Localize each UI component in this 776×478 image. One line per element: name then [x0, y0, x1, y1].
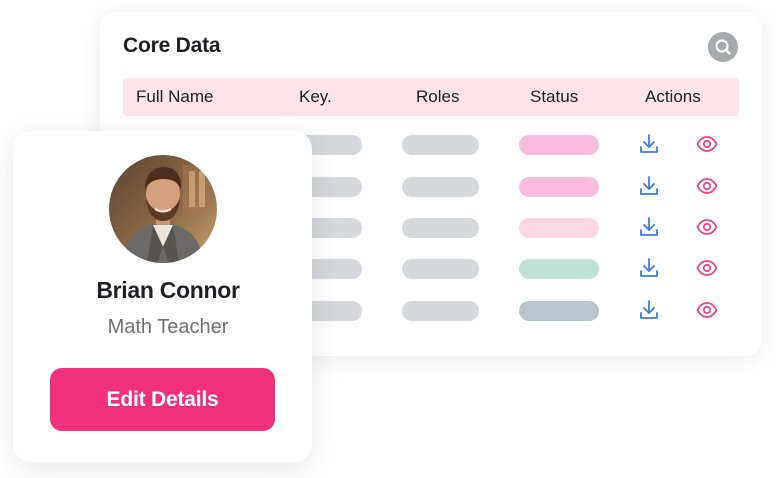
column-header-key: Key. — [299, 87, 332, 106]
eye-icon — [696, 260, 718, 276]
status-badge — [519, 218, 599, 238]
download-icon — [640, 176, 658, 195]
role-placeholder — [402, 135, 479, 155]
status-badge — [519, 135, 599, 155]
profile-name: Brian Connor — [96, 277, 240, 303]
table-title: Core Data — [123, 34, 221, 57]
download-button[interactable] — [637, 215, 661, 239]
column-header-actions: Actions — [645, 87, 701, 106]
download-button[interactable] — [637, 174, 661, 198]
eye-icon — [696, 178, 718, 194]
avatar — [109, 155, 217, 263]
download-button[interactable] — [637, 298, 661, 322]
view-button[interactable] — [695, 298, 719, 322]
column-header-status: Status — [530, 87, 579, 106]
eye-icon — [696, 136, 718, 152]
status-badge — [519, 259, 599, 279]
download-icon — [640, 217, 658, 236]
view-button[interactable] — [695, 174, 719, 198]
download-icon — [640, 258, 658, 277]
role-placeholder — [402, 259, 479, 279]
search-icon — [715, 39, 731, 55]
eye-icon — [696, 302, 718, 318]
profile-card: Brian Connor Math Teacher Edit Details — [13, 131, 312, 462]
status-badge — [519, 177, 599, 197]
column-header-roles: Roles — [416, 87, 460, 106]
edit-details-button[interactable]: Edit Details — [50, 368, 275, 431]
table-header: Full Name Key. Roles Status Actions — [123, 78, 739, 116]
role-placeholder — [402, 177, 479, 197]
download-button[interactable] — [637, 132, 661, 156]
column-header-full-name: Full Name — [136, 87, 214, 106]
download-icon — [640, 300, 658, 319]
view-button[interactable] — [695, 256, 719, 280]
view-button[interactable] — [695, 215, 719, 239]
download-button[interactable] — [637, 256, 661, 280]
search-button[interactable] — [708, 32, 738, 62]
profile-role: Math Teacher — [107, 316, 229, 338]
view-button[interactable] — [695, 132, 719, 156]
role-placeholder — [402, 301, 479, 321]
eye-icon — [696, 219, 718, 235]
download-icon — [640, 134, 658, 153]
status-badge — [519, 301, 599, 321]
role-placeholder — [402, 218, 479, 238]
